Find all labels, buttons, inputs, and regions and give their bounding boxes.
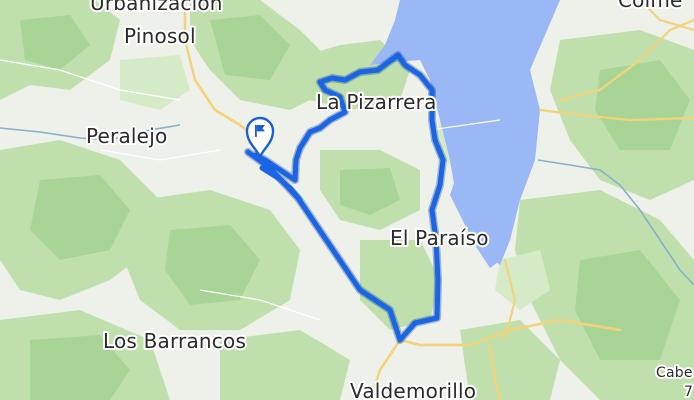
label-cabeza: Cabe <box>656 365 693 381</box>
label-cabeza-number: 7 <box>684 384 693 400</box>
label-el-paraiso: El Paraíso <box>390 226 489 250</box>
map-canvas: Urbanización Pinosol Peralejo La Pizarre… <box>0 0 694 400</box>
label-urbanizacion: Urbanización <box>90 0 223 15</box>
label-pinosol: Pinosol <box>124 24 196 48</box>
map-view[interactable]: Urbanización Pinosol Peralejo La Pizarre… <box>0 0 694 400</box>
label-peralejo: Peralejo <box>86 124 167 148</box>
label-colmenarejo: Colme <box>618 0 683 12</box>
label-valdemorillo: Valdemorillo <box>350 379 476 400</box>
label-los-barrancos: Los Barrancos <box>103 329 246 353</box>
label-la-pizarrera: La Pizarrera <box>316 90 437 114</box>
